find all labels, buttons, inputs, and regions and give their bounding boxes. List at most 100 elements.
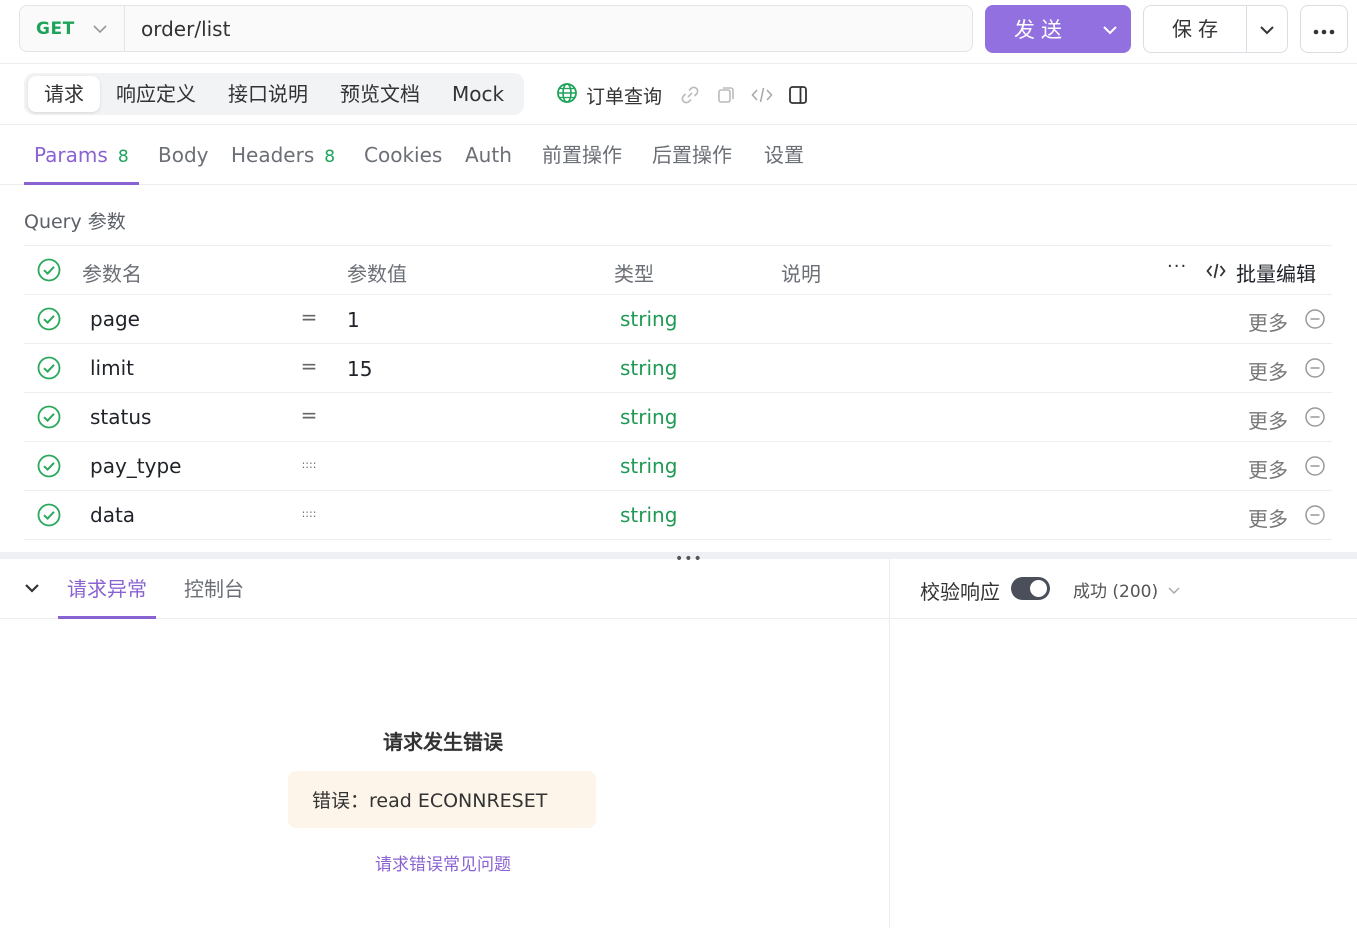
api-tools: 订单查询 (556, 81, 820, 109)
tab-request[interactable]: 请求 (28, 76, 100, 112)
code-icon (1206, 261, 1226, 285)
more-actions-button[interactable] (1300, 5, 1348, 53)
tab-headers[interactable]: Headers 8 (231, 126, 335, 185)
param-value[interactable]: 1 (347, 308, 360, 332)
tab-api-description[interactable]: 接口说明 (212, 76, 324, 112)
error-message-box: 错误：read ECONNRESET (288, 771, 596, 828)
more-link[interactable]: 更多 (1248, 307, 1288, 336)
more-link[interactable]: 更多 (1248, 454, 1288, 483)
globe-icon (556, 82, 578, 108)
table-row: page = 1 string 更多 (24, 294, 1332, 343)
method-select[interactable]: GET (20, 6, 125, 51)
tab-auth[interactable]: Auth (465, 126, 512, 185)
col-header-value: 参数值 (347, 262, 407, 286)
response-status-select[interactable]: 成功 (200) (1073, 577, 1180, 602)
remove-icon[interactable] (1304, 406, 1326, 433)
param-name[interactable]: status (90, 405, 151, 429)
validation-panel: 校验响应 成功 (200) (891, 559, 1357, 928)
table-row: limit = 15 string 更多 (24, 343, 1332, 392)
row-enabled-checkbox[interactable] (37, 307, 61, 336)
error-message: 错误：read ECONNRESET (312, 790, 548, 812)
url-input[interactable]: order/list (125, 17, 230, 41)
tab-headers-label: Headers (231, 143, 315, 167)
table-row: pay_type :::: string 更多 (24, 441, 1332, 490)
collapse-chevron-icon[interactable] (24, 580, 40, 599)
tab-cookies[interactable]: Cookies (364, 126, 442, 185)
column-options-icon[interactable]: ··· (1167, 256, 1187, 277)
remove-icon[interactable] (1304, 455, 1326, 482)
params-count-badge: 8 (117, 147, 129, 167)
code-icon[interactable] (748, 81, 776, 109)
param-operator: = (300, 403, 318, 427)
url-box: GET order/list (19, 5, 973, 52)
save-label: 保存 (1144, 6, 1247, 52)
more-link[interactable]: 更多 (1248, 503, 1288, 532)
param-tabs: Params 8 Body Headers 8 Cookies Auth 前置操作 … (0, 126, 1357, 185)
row-enabled-checkbox[interactable] (37, 405, 61, 434)
drag-handle-icon[interactable]: :::: (299, 458, 319, 471)
link-icon[interactable] (676, 81, 704, 109)
error-title: 请求发生错误 (383, 730, 503, 754)
tab-settings[interactable]: 设置 (764, 126, 804, 185)
col-header-desc: 说明 (781, 262, 821, 286)
headers-count-badge: 8 (324, 147, 336, 167)
tab-pre-operation[interactable]: 前置操作 (542, 126, 622, 185)
error-faq-link[interactable]: 请求错误常见问题 (0, 850, 886, 875)
remove-icon[interactable] (1304, 357, 1326, 384)
tab-params[interactable]: Params 8 (24, 126, 139, 185)
bulk-edit-button[interactable]: 批量编辑 (1206, 258, 1316, 287)
sidebar-toggle-icon[interactable] (784, 81, 812, 109)
param-type[interactable]: string (620, 503, 677, 527)
param-name[interactable]: limit (90, 356, 134, 380)
chevron-down-icon (1168, 580, 1180, 600)
tab-post-operation[interactable]: 后置操作 (652, 126, 732, 185)
request-segment-row: 请求 响应定义 接口说明 预览文档 Mock 订单查询 (0, 65, 1357, 125)
param-name[interactable]: data (90, 503, 135, 527)
param-operator: = (300, 354, 318, 378)
response-tabs: 请求异常 控制台 (0, 559, 889, 619)
bulk-edit-label: 批量编辑 (1236, 262, 1316, 286)
drag-handle-icon[interactable]: :::: (299, 507, 319, 520)
param-value[interactable]: 15 (347, 357, 372, 381)
tab-body[interactable]: Body (158, 126, 209, 185)
status-label: 成功 (200) (1073, 582, 1159, 602)
param-name[interactable]: pay_type (90, 454, 181, 478)
save-options-button[interactable] (1247, 20, 1287, 39)
segment-tabs: 请求 响应定义 接口说明 预览文档 Mock (24, 73, 525, 115)
tab-response-definition[interactable]: 响应定义 (100, 76, 212, 112)
table-row: data :::: string 更多 (24, 490, 1332, 539)
api-name[interactable]: 订单查询 (586, 82, 662, 109)
param-type[interactable]: string (620, 356, 677, 380)
remove-icon[interactable] (1304, 504, 1326, 531)
send-label: 发送 (1014, 18, 1068, 42)
table-row: status = string 更多 (24, 392, 1332, 441)
tab-params-label: Params (34, 143, 108, 167)
param-name[interactable]: page (90, 307, 140, 331)
row-enabled-checkbox[interactable] (37, 454, 61, 483)
param-type[interactable]: string (620, 405, 677, 429)
toggle-knob (1030, 580, 1047, 597)
table-row-partial (24, 539, 1332, 543)
param-type[interactable]: string (620, 307, 677, 331)
send-options-button[interactable] (1089, 5, 1131, 53)
send-button[interactable]: 发送 (985, 5, 1131, 53)
row-enabled-checkbox[interactable] (37, 503, 61, 532)
param-type[interactable]: string (620, 454, 677, 478)
validation-row: 校验响应 成功 (200) (891, 559, 1357, 619)
tab-request-error[interactable]: 请求异常 (58, 559, 156, 619)
more-link[interactable]: 更多 (1248, 405, 1288, 434)
chevron-down-icon (93, 19, 107, 38)
response-panel: 请求异常 控制台 请求发生错误 错误：read ECONNRESET 请求错误常… (0, 559, 890, 928)
request-bar: GET order/list 发送 保存 (0, 0, 1357, 64)
validate-response-toggle[interactable] (1011, 577, 1050, 600)
ellipsis-icon (1313, 20, 1335, 39)
copy-icon[interactable] (712, 81, 740, 109)
tab-console[interactable]: 控制台 (184, 559, 244, 619)
select-all-checkbox[interactable] (37, 258, 61, 287)
more-link[interactable]: 更多 (1248, 356, 1288, 385)
row-enabled-checkbox[interactable] (37, 356, 61, 385)
remove-icon[interactable] (1304, 308, 1326, 335)
tab-mock[interactable]: Mock (436, 76, 520, 112)
tab-preview-doc[interactable]: 预览文档 (324, 76, 436, 112)
save-button[interactable]: 保存 (1143, 5, 1288, 53)
